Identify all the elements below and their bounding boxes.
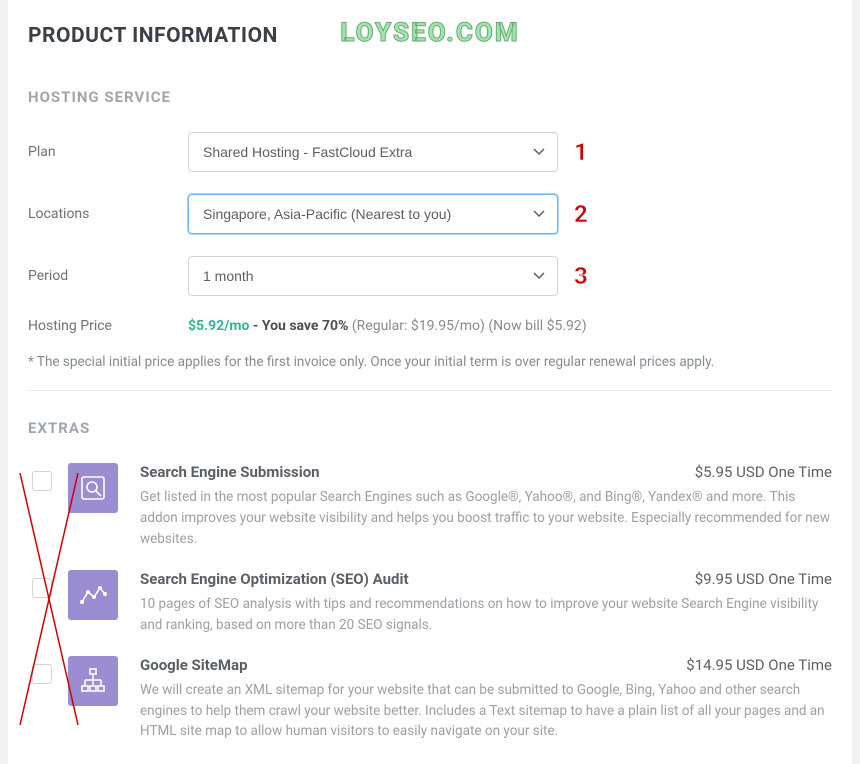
price-save: - You save 70%: [249, 318, 351, 334]
period-row: Period 1 month 3: [28, 256, 832, 296]
extra-header: Search Engine Optimization (SEO) Audit $…: [140, 570, 832, 588]
extra-title: Google SiteMap: [140, 656, 248, 674]
extra-title: Search Engine Optimization (SEO) Audit: [140, 570, 409, 588]
product-info-page: LOYSEO.COM PRODUCT INFORMATION HOSTING S…: [8, 0, 852, 764]
hosting-price-label: Hosting Price: [28, 318, 188, 334]
analytics-network-icon: [68, 570, 118, 620]
annotation-2: 2: [574, 200, 588, 228]
extra-price: $5.95 USD One Time: [695, 463, 832, 481]
extra-price: $9.95 USD One Time: [695, 570, 832, 588]
hosting-price-row: Hosting Price $5.92/mo - You save 70% (R…: [28, 318, 832, 334]
extra-content: Google SiteMap $14.95 USD One Time We wi…: [140, 656, 832, 743]
hosting-heading: HOSTING SERVICE: [28, 88, 832, 106]
plan-row: Plan Shared Hosting - FastCloud Extra 1: [28, 132, 832, 172]
extra-item-search-submission: Search Engine Submission $5.95 USD One T…: [28, 463, 832, 550]
search-magnifier-icon: [68, 463, 118, 513]
extra-desc: Get listed in the most popular Search En…: [140, 487, 832, 550]
extra-content: Search Engine Optimization (SEO) Audit $…: [140, 570, 832, 636]
period-label: Period: [28, 268, 188, 284]
locations-select[interactable]: Singapore, Asia-Pacific (Nearest to you): [188, 194, 558, 234]
extra-header: Google SiteMap $14.95 USD One Time: [140, 656, 832, 674]
extra-checkbox[interactable]: [32, 471, 52, 491]
extra-item-seo-audit: Search Engine Optimization (SEO) Audit $…: [28, 570, 832, 636]
extra-item-google-sitemap: Google SiteMap $14.95 USD One Time We wi…: [28, 656, 832, 743]
price-footnote: * The special initial price applies for …: [28, 354, 832, 370]
price-amount: $5.92/mo: [188, 318, 249, 334]
extras-heading: EXTRAS: [28, 419, 832, 437]
plan-select[interactable]: Shared Hosting - FastCloud Extra: [188, 132, 558, 172]
extra-title: Search Engine Submission: [140, 463, 320, 481]
extra-price: $14.95 USD One Time: [686, 656, 832, 674]
extra-desc: We will create an XML sitemap for your w…: [140, 680, 832, 743]
locations-row: Locations Singapore, Asia-Pacific (Neare…: [28, 194, 832, 234]
sitemap-tree-icon: [68, 656, 118, 706]
price-regular: (Regular: $19.95/mo) (Now bill $5.92): [352, 318, 587, 334]
period-select[interactable]: 1 month: [188, 256, 558, 296]
page-title: PRODUCT INFORMATION: [28, 24, 832, 48]
extra-desc: 10 pages of SEO analysis with tips and r…: [140, 594, 832, 636]
hosting-price-value: $5.92/mo - You save 70% (Regular: $19.95…: [188, 318, 587, 334]
extras-list: Search Engine Submission $5.95 USD One T…: [28, 463, 832, 742]
annotation-3: 3: [574, 262, 588, 290]
plan-label: Plan: [28, 144, 188, 160]
extra-checkbox[interactable]: [32, 578, 52, 598]
extra-header: Search Engine Submission $5.95 USD One T…: [140, 463, 832, 481]
annotation-1: 1: [574, 138, 588, 166]
extra-checkbox[interactable]: [32, 664, 52, 684]
extra-content: Search Engine Submission $5.95 USD One T…: [140, 463, 832, 550]
locations-label: Locations: [28, 206, 188, 222]
section-divider: [28, 390, 832, 391]
